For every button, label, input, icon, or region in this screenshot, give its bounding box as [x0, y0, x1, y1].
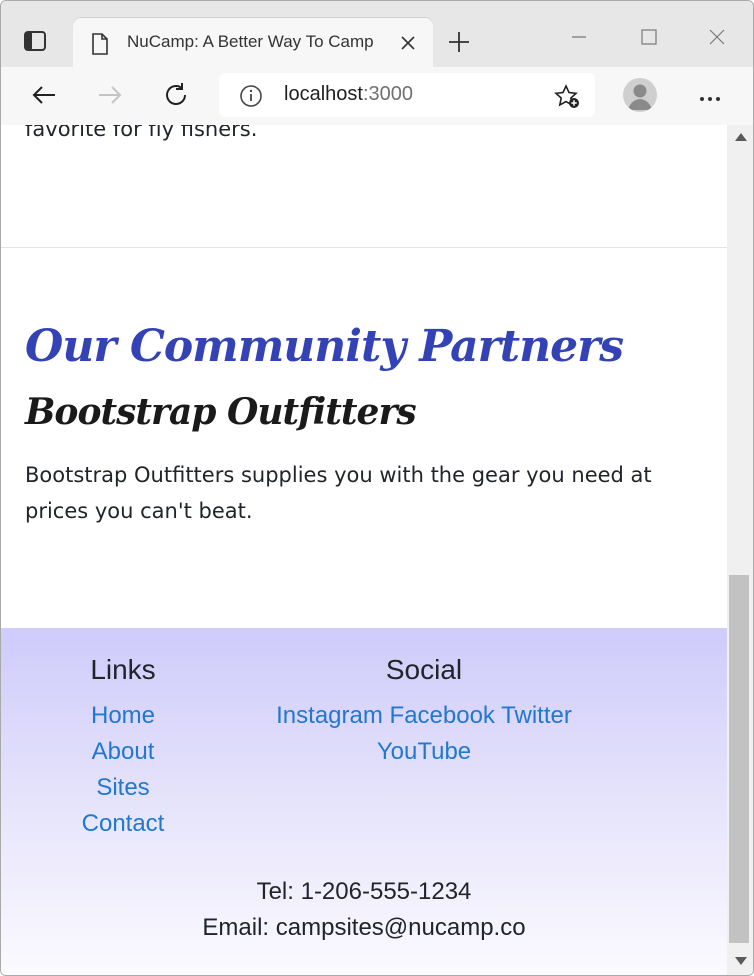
social-link-twitter[interactable]: Twitter [501, 702, 572, 729]
social-link-instagram[interactable]: Instagram [276, 702, 383, 729]
more-options-icon[interactable] [698, 88, 722, 107]
scroll-thumb[interactable] [729, 575, 749, 943]
url-host: localhost [284, 83, 363, 105]
previous-section-text: favorite for fly fishers. [25, 125, 258, 141]
footer-link-sites[interactable]: Sites [49, 770, 197, 806]
page-icon [91, 33, 109, 59]
partner-name: Bootstrap Outfitters [25, 391, 417, 433]
section-divider [1, 247, 727, 248]
profile-avatar-icon[interactable] [623, 78, 657, 112]
footer-links-column: Links Home About Sites Contact [49, 654, 197, 842]
site-info-icon[interactable] [239, 84, 263, 112]
address-bar[interactable]: localhost:3000 [219, 73, 595, 117]
tab-title: NuCamp: A Better Way To Camp [127, 32, 374, 51]
browser-toolbar: localhost:3000 [1, 67, 753, 126]
contact-info: Tel: 1-206-555-1234 Email: campsites@nuc… [1, 874, 727, 946]
scroll-up-arrow-icon[interactable] [735, 133, 747, 141]
social-link-facebook[interactable]: Facebook [390, 702, 495, 729]
tab-actions-icon[interactable] [23, 29, 51, 57]
close-window-icon[interactable] [707, 27, 727, 51]
footer-link-home[interactable]: Home [49, 698, 197, 734]
browser-tab[interactable]: NuCamp: A Better Way To Camp [73, 18, 433, 68]
close-tab-icon[interactable] [399, 34, 417, 52]
footer-link-contact[interactable]: Contact [49, 806, 197, 842]
url-text: localhost:3000 [284, 83, 413, 106]
url-port: :3000 [362, 83, 413, 105]
vertical-scrollbar[interactable] [727, 125, 753, 975]
add-favorite-icon[interactable] [553, 83, 581, 115]
scroll-down-arrow-icon[interactable] [735, 957, 747, 965]
links-title: Links [90, 654, 156, 685]
new-tab-icon[interactable] [447, 30, 471, 58]
browser-window: NuCamp: A Better Way To Camp localhost:3… [0, 0, 754, 976]
page-viewport: favorite for fly fishers. Our Community … [1, 125, 727, 975]
refresh-icon[interactable] [161, 80, 191, 114]
site-footer: Links Home About Sites Contact Social In… [1, 628, 727, 975]
footer-social-column: Social Instagram Facebook Twitter YouTub… [259, 654, 589, 770]
contact-phone: Tel: 1-206-555-1234 [256, 878, 472, 905]
partner-description: Bootstrap Outfitters supplies you with t… [25, 463, 652, 523]
minimize-icon[interactable] [569, 27, 589, 51]
title-bar: NuCamp: A Better Way To Camp [1, 1, 753, 68]
back-arrow-icon[interactable] [29, 80, 59, 114]
contact-email: Email: campsites@nucamp.co [202, 914, 526, 941]
social-title: Social [385, 654, 463, 685]
social-link-youtube[interactable]: YouTube [377, 738, 471, 765]
partners-heading: Our Community Partners [25, 321, 624, 372]
maximize-icon[interactable] [639, 27, 659, 51]
forward-arrow-icon[interactable] [95, 80, 125, 114]
footer-link-about[interactable]: About [49, 734, 197, 770]
social-links: Instagram Facebook Twitter YouTube [259, 698, 589, 770]
